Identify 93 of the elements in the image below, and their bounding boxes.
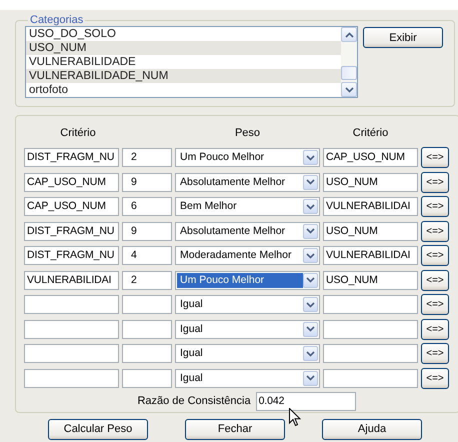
criterion-field[interactable]	[24, 320, 119, 338]
chevron-down-icon	[306, 154, 315, 160]
intensity-dropdown[interactable]: Bem Melhor	[175, 197, 320, 216]
intensity-dropdown[interactable]: Absolutamente Melhor	[175, 222, 320, 240]
weight-field[interactable]: 9	[122, 222, 172, 240]
criterion-field[interactable]: CAP_USO_NUM	[323, 148, 418, 167]
category-list[interactable]: USO_DO_SOLO USO_NUM VULNERABILIDADE VULNERABILIDADE_NUM ortofoto	[25, 26, 358, 98]
criterion-field[interactable]: USO_NUM	[323, 222, 418, 240]
weight-field[interactable]: 2	[122, 270, 172, 290]
weight-field[interactable]	[122, 344, 172, 363]
criterion-field[interactable]: VULNERABILIDAI	[24, 270, 119, 290]
criterion-field[interactable]	[24, 344, 119, 363]
chevron-down-icon	[306, 204, 315, 210]
list-item[interactable]: VULNERABILIDADE	[26, 55, 341, 69]
dropdown-button[interactable]	[303, 297, 318, 312]
chevron-down-icon	[306, 228, 315, 234]
criterion-field[interactable]: VULNERABILIDAI	[323, 197, 418, 216]
dropdown-button[interactable]	[303, 199, 318, 214]
dropdown-button[interactable]	[303, 224, 318, 238]
criterion-field[interactable]	[323, 320, 418, 338]
chevron-down-icon	[306, 252, 315, 258]
swap-button[interactable]: <=>	[421, 245, 449, 266]
swap-button[interactable]: <=>	[421, 196, 449, 217]
chevron-down-icon	[306, 375, 315, 381]
scroll-down-button[interactable]	[341, 82, 357, 97]
criterion-field[interactable]: USO_NUM	[323, 172, 418, 192]
show-button[interactable]: Exibir	[363, 27, 443, 48]
list-item[interactable]: VULNERABILIDADE_NUM	[26, 69, 341, 83]
criterion-field[interactable]: CAP_USO_NUM	[24, 172, 119, 192]
dropdown-button[interactable]	[303, 346, 318, 361]
chevron-down-icon	[306, 179, 315, 185]
chevron-down-icon	[344, 86, 354, 92]
group-label: Categorias	[29, 14, 84, 26]
criterion-field[interactable]	[24, 368, 119, 388]
criterion-field[interactable]: CAP_USO_NUM	[24, 197, 119, 216]
dropdown-button[interactable]	[303, 248, 318, 263]
swap-button[interactable]: <=>	[421, 147, 449, 168]
chevron-down-icon	[306, 302, 315, 308]
dropdown-button[interactable]	[303, 174, 318, 190]
intensity-dropdown[interactable]: Um Pouco Melhor	[175, 148, 320, 167]
weight-field[interactable]	[122, 320, 172, 338]
list-item[interactable]: USO_NUM	[26, 41, 341, 55]
mouse-pointer-icon	[289, 408, 301, 427]
weight-field[interactable]: 6	[122, 197, 172, 216]
dialog-button[interactable]: Fechar	[185, 418, 285, 440]
swap-button[interactable]: <=>	[421, 343, 449, 364]
column-header: Critério	[60, 126, 96, 140]
dropdown-button[interactable]	[303, 322, 318, 336]
column-header: Peso	[234, 126, 260, 140]
chevron-down-icon	[306, 350, 315, 356]
weight-field[interactable]	[122, 368, 172, 388]
swap-button[interactable]: <=>	[421, 318, 449, 340]
chevron-down-icon	[306, 326, 315, 332]
intensity-dropdown[interactable]: Igual	[175, 295, 320, 314]
swap-button[interactable]: <=>	[421, 270, 449, 290]
dialog-button[interactable]: Calcular Peso	[48, 418, 148, 440]
intensity-dropdown[interactable]: Igual	[175, 368, 320, 388]
weight-field[interactable]: 4	[122, 246, 172, 265]
dropdown-button[interactable]	[303, 150, 318, 165]
criterion-field[interactable]	[323, 368, 418, 388]
dialog-button[interactable]: Ajuda	[322, 418, 422, 440]
weight-field[interactable]: 2	[122, 148, 172, 167]
list-item[interactable]: ortofoto	[26, 83, 341, 97]
swap-button[interactable]: <=>	[421, 172, 449, 192]
criterion-field[interactable]: DIST_FRAGM_NU	[24, 148, 119, 167]
scroll-thumb[interactable]	[341, 66, 357, 80]
criterion-field[interactable]: DIST_FRAGM_NU	[24, 246, 119, 265]
chevron-down-icon	[306, 277, 315, 283]
consistency-field[interactable]: 0.042	[256, 392, 356, 410]
intensity-dropdown[interactable]: Igual	[175, 320, 320, 338]
dropdown-button[interactable]	[303, 272, 318, 288]
intensity-dropdown[interactable]: Um Pouco Melhor	[175, 270, 320, 290]
criterion-field[interactable]: VULNERABILIDAI	[323, 246, 418, 265]
scrollbar[interactable]	[341, 27, 357, 97]
dropdown-button[interactable]	[303, 370, 318, 386]
criterion-field[interactable]	[323, 295, 418, 314]
criterion-field[interactable]: DIST_FRAGM_NU	[24, 222, 119, 240]
scroll-up-button[interactable]	[341, 27, 357, 42]
intensity-dropdown[interactable]: Absolutamente Melhor	[175, 172, 320, 192]
criterion-field[interactable]: USO_NUM	[323, 270, 418, 290]
weight-field[interactable]: 9	[122, 172, 172, 192]
swap-button[interactable]: <=>	[421, 294, 449, 315]
column-header: Critério	[352, 126, 388, 140]
chevron-up-icon	[344, 32, 354, 38]
criterion-field[interactable]	[24, 295, 119, 314]
swap-button[interactable]: <=>	[421, 220, 449, 242]
weight-field[interactable]	[122, 295, 172, 314]
intensity-dropdown[interactable]: Igual	[175, 344, 320, 363]
intensity-dropdown[interactable]: Moderadamente Melhor	[175, 246, 320, 265]
criterion-field[interactable]	[323, 344, 418, 363]
consistency-label: Razão de Consistência	[137, 395, 251, 407]
swap-button[interactable]: <=>	[421, 368, 449, 388]
list-item[interactable]: USO_DO_SOLO	[26, 27, 341, 41]
